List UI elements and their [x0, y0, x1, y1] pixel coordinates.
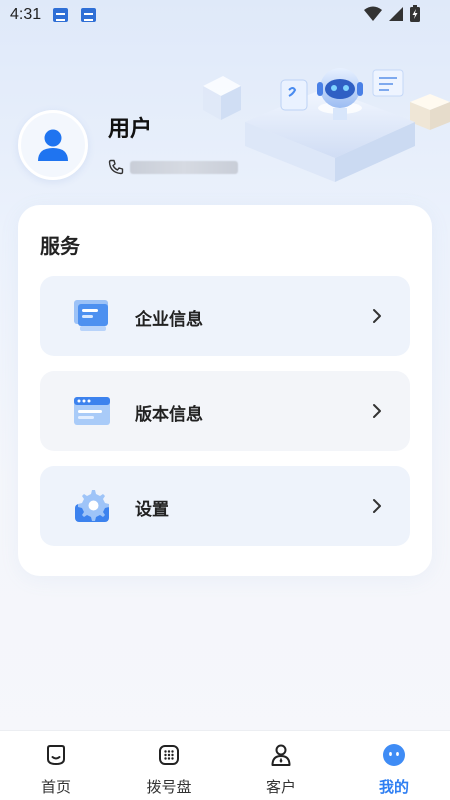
chevron-right-icon — [373, 499, 381, 513]
company-info-icon — [74, 300, 108, 331]
status-bar: 4:31 — [0, 0, 450, 30]
version-info-icon — [74, 397, 110, 425]
services-title: 服务 — [40, 234, 80, 258]
tab-label: 客户 — [265, 778, 296, 796]
service-label: 企业信息 — [135, 310, 203, 330]
service-item-version-info[interactable]: 版本信息 — [40, 371, 410, 451]
tab-label: 拨号盘 — [146, 778, 192, 796]
settings-gear-icon — [75, 490, 109, 522]
service-item-company-info[interactable]: 企业信息 — [40, 276, 410, 356]
customer-icon — [271, 744, 291, 766]
battery-charging-icon — [410, 5, 420, 22]
tab-home[interactable]: 首页 — [16, 731, 96, 800]
wifi-icon — [364, 6, 382, 21]
services-card: 服务 企业信息 版本信息 设置 — [18, 205, 432, 576]
phone-number-masked — [130, 161, 238, 174]
dialpad-icon — [159, 745, 179, 765]
signal-icon — [389, 6, 403, 21]
user-icon — [38, 129, 68, 161]
chevron-right-icon — [373, 309, 381, 323]
tab-label: 我的 — [378, 778, 409, 796]
bottom-tab-bar: 首页 拨号盘 客户 我的 — [0, 730, 450, 800]
username: 用户 — [108, 117, 153, 142]
status-time: 4:31 — [10, 6, 42, 23]
profile-face-icon — [383, 744, 405, 766]
service-label: 设置 — [135, 500, 169, 520]
service-label: 版本信息 — [135, 405, 203, 425]
phone-icon — [108, 159, 124, 175]
service-item-settings[interactable]: 设置 — [40, 466, 410, 546]
avatar[interactable] — [18, 110, 88, 180]
notification-icon — [81, 8, 96, 22]
tab-mine[interactable]: 我的 — [354, 731, 434, 800]
status-icons — [364, 5, 420, 22]
notification-icon — [53, 8, 68, 22]
tab-dialpad[interactable]: 拨号盘 — [129, 731, 209, 800]
tab-customer[interactable]: 客户 — [241, 731, 321, 800]
chevron-right-icon — [373, 404, 381, 418]
tab-label: 首页 — [40, 778, 71, 796]
robot-illustration — [203, 68, 450, 182]
home-icon — [47, 745, 65, 766]
